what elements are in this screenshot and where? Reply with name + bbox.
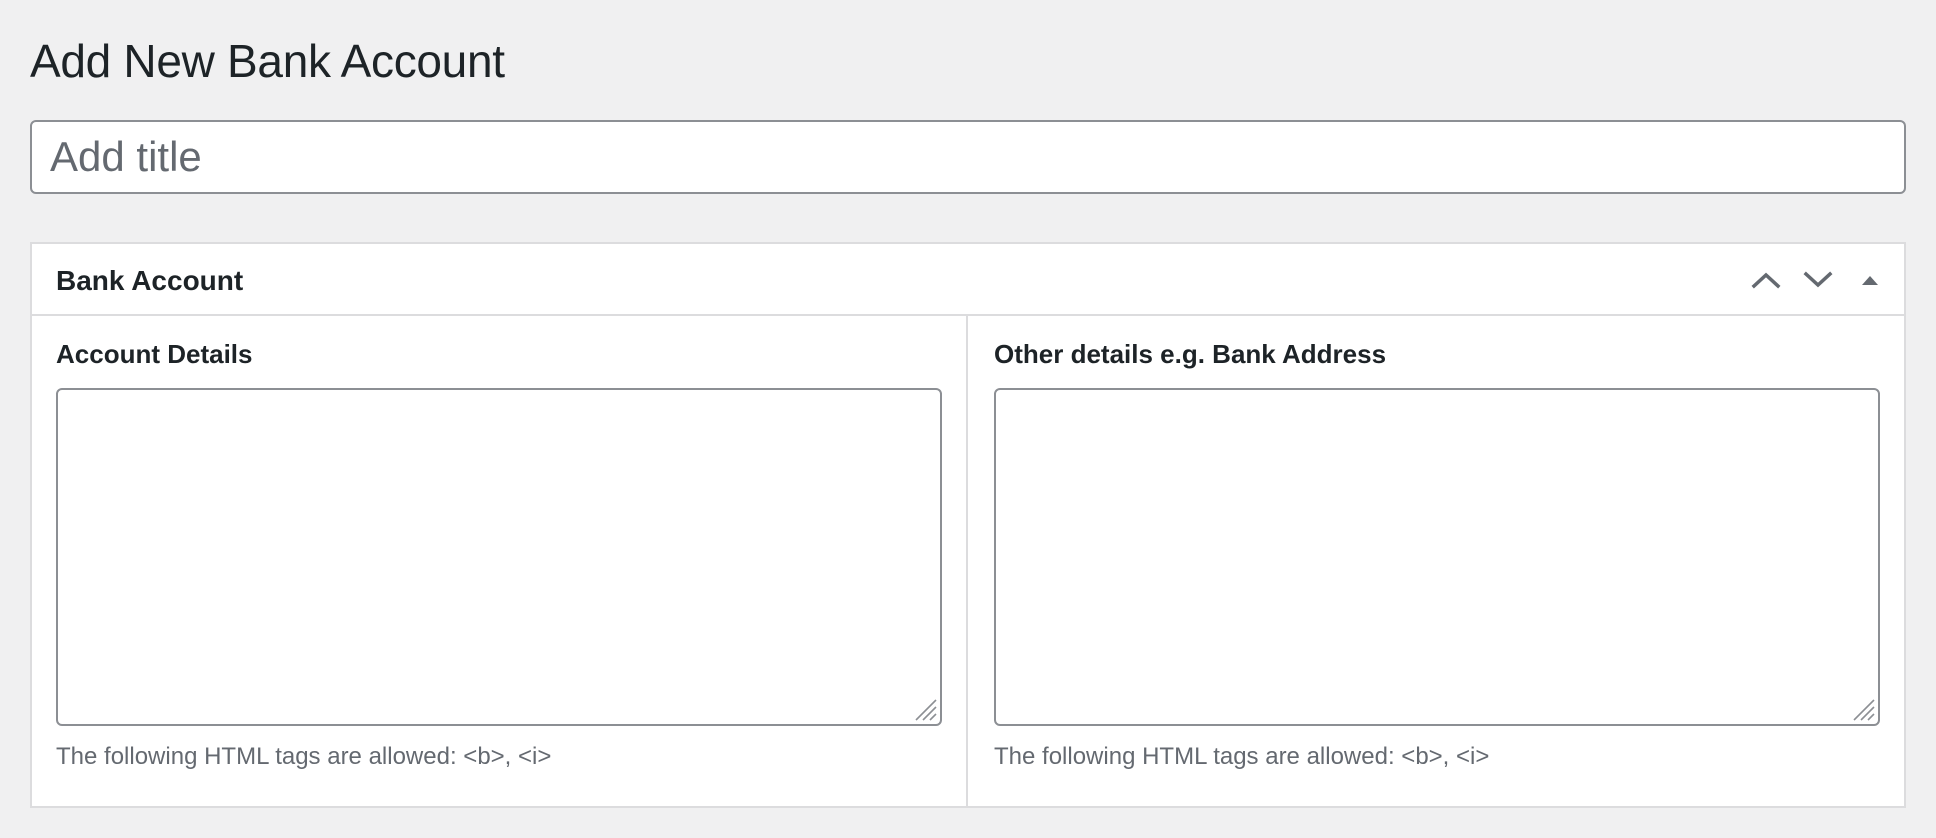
page-title: Add New Bank Account [30, 35, 505, 87]
account-details-field-wrap [56, 388, 942, 726]
bank-account-metabox: Bank Account Account Details The followi… [30, 242, 1906, 808]
title-input[interactable] [30, 120, 1906, 194]
other-details-help-text: The following HTML tags are allowed: <b>… [994, 743, 1490, 770]
metabox-title: Bank Account [56, 265, 244, 296]
chevron-up-icon [1751, 272, 1781, 289]
account-details-label: Account Details [56, 339, 253, 369]
account-details-textarea[interactable] [56, 388, 942, 726]
triangle-up-icon [1862, 276, 1878, 285]
move-down-button[interactable] [1792, 258, 1844, 302]
chevron-down-icon [1803, 271, 1833, 288]
metabox-handle-actions [1740, 258, 1896, 302]
move-up-button[interactable] [1740, 258, 1792, 302]
other-details-column: Other details e.g. Bank Address The foll… [968, 316, 1904, 806]
metabox-header: Bank Account [32, 244, 1904, 316]
account-details-help-text: The following HTML tags are allowed: <b>… [56, 743, 552, 770]
account-details-column: Account Details The following HTML tags … [32, 316, 968, 806]
other-details-textarea[interactable] [994, 388, 1880, 726]
resize-handle-icon[interactable] [912, 696, 938, 722]
other-details-field-wrap [994, 388, 1880, 726]
toggle-panel-button[interactable] [1844, 258, 1896, 302]
other-details-label: Other details e.g. Bank Address [994, 339, 1387, 369]
resize-handle-icon[interactable] [1850, 696, 1876, 722]
